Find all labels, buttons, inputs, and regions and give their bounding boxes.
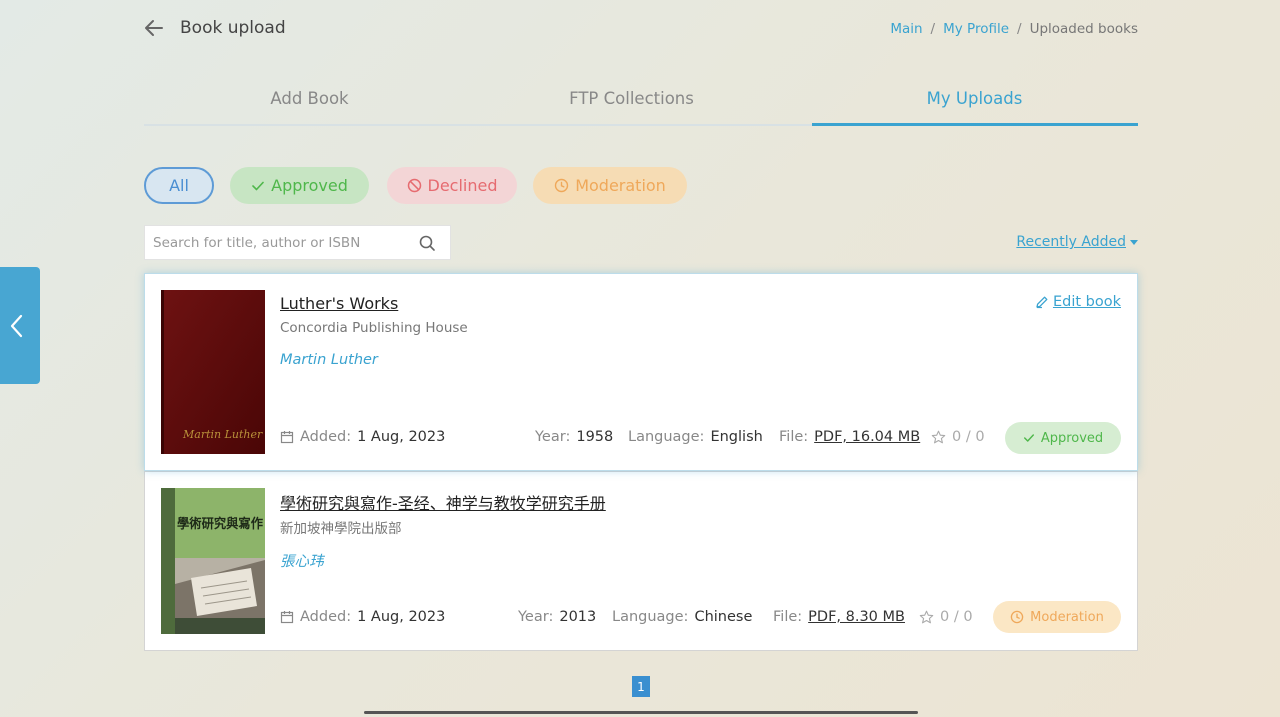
year-field: Year: 2013: [518, 609, 596, 625]
star-icon: [931, 430, 946, 443]
search-input[interactable]: [153, 226, 413, 259]
status-badge: Approved: [1005, 422, 1121, 454]
filter-moderation-label: Moderation: [575, 176, 666, 195]
book-title-link[interactable]: Luther's Works: [280, 294, 398, 313]
sort-label: Recently Added: [1016, 234, 1126, 250]
language-value: Chinese: [694, 609, 753, 625]
rating-value: 0 / 0: [952, 429, 985, 445]
file-field: File: PDF, 8.30 MB: [773, 609, 905, 625]
status-badge: Moderation: [993, 601, 1121, 633]
file-download-link[interactable]: PDF, 8.30 MB: [808, 609, 905, 625]
added-label: Added:: [300, 429, 352, 445]
pencil-icon: [1036, 296, 1048, 309]
year-field: Year: 1958: [535, 429, 613, 445]
tab-my-uploads[interactable]: My Uploads: [809, 89, 1140, 108]
year-label: Year:: [535, 429, 571, 445]
clock-icon: [554, 178, 569, 193]
sidebar-toggle-button[interactable]: [0, 267, 40, 384]
filter-approved-button[interactable]: Approved: [230, 167, 369, 204]
filter-all-button[interactable]: All: [144, 167, 214, 204]
check-icon: [252, 181, 264, 190]
active-tab-indicator: [812, 123, 1138, 126]
file-field: File: PDF, 16.04 MB: [779, 429, 920, 445]
added-date: Added: 1 Aug, 2023: [280, 429, 445, 445]
filter-all-label: All: [169, 176, 189, 195]
rating-value: 0 / 0: [940, 609, 973, 625]
status-label: Moderation: [1030, 609, 1104, 625]
edit-book-link[interactable]: Edit book: [1035, 294, 1121, 310]
status-label: Approved: [1040, 430, 1104, 446]
file-label: File:: [773, 609, 803, 625]
calendar-icon: [280, 431, 294, 444]
rating: 0 / 0: [919, 609, 973, 625]
page-header: Book upload Main / My Profile / Uploaded boo…: [144, 14, 1138, 44]
added-value: 1 Aug, 2023: [357, 429, 446, 445]
breadcrumb-separator: /: [1017, 21, 1022, 37]
book-author-link[interactable]: 張心玮: [280, 550, 324, 571]
year-value: 1958: [576, 429, 614, 445]
file-label: File:: [779, 429, 809, 445]
year-value: 2013: [559, 609, 597, 625]
book-publisher: Concordia Publishing House: [280, 320, 468, 336]
book-title-link[interactable]: 學術研究與寫作-圣经、神学与教牧学研究手册: [280, 490, 606, 514]
book-cover[interactable]: 學術研究與寫作: [161, 488, 265, 634]
edit-book-label: Edit book: [1052, 294, 1121, 310]
book-publisher: 新加坡神學院出版部: [280, 521, 402, 537]
chevron-left-icon: [10, 314, 23, 338]
added-date: Added: 1 Aug, 2023: [280, 609, 445, 625]
ban-icon: [407, 178, 421, 193]
file-download-link[interactable]: PDF, 16.04 MB: [814, 429, 920, 445]
check-icon: [1023, 434, 1034, 442]
calendar-icon: [280, 611, 294, 624]
filter-declined-label: Declined: [427, 176, 498, 195]
tab-ftp-collections[interactable]: FTP Collections: [466, 89, 797, 108]
language-value: English: [710, 429, 763, 445]
back-arrow-icon[interactable]: [144, 16, 164, 40]
language-label: Language:: [628, 429, 705, 445]
filter-approved-label: Approved: [271, 176, 348, 195]
cover-title: 學術研究與寫作: [177, 516, 263, 532]
breadcrumb-main[interactable]: Main: [890, 21, 922, 37]
search-icon[interactable]: [419, 235, 436, 252]
breadcrumb: Main / My Profile / Uploaded books: [890, 21, 1138, 37]
book-card: Martin Luther Luther's Works Concordia P…: [144, 273, 1138, 471]
book-author-link[interactable]: Martin Luther: [280, 352, 378, 368]
breadcrumb-current: Uploaded books: [1029, 21, 1138, 37]
search-box: [144, 225, 451, 260]
added-value: 1 Aug, 2023: [357, 609, 446, 625]
tab-add-book[interactable]: Add Book: [144, 89, 475, 108]
star-icon: [919, 610, 934, 623]
filter-moderation-button[interactable]: Moderation: [533, 167, 687, 204]
language-field: Language: English: [628, 429, 763, 445]
language-field: Language: Chinese: [612, 609, 752, 625]
added-label: Added:: [300, 609, 352, 625]
clock-icon: [1010, 610, 1024, 624]
rating: 0 / 0: [931, 429, 985, 445]
horizontal-scrollbar[interactable]: [364, 711, 918, 714]
breadcrumb-separator: /: [930, 21, 936, 37]
year-label: Year:: [518, 609, 554, 625]
page-title: Book upload: [180, 18, 286, 38]
caret-down-icon: [1130, 239, 1138, 245]
pagination-page-1[interactable]: 1: [632, 676, 650, 697]
tab-bar: Add Book FTP Collections My Uploads: [144, 82, 1138, 128]
sort-dropdown[interactable]: Recently Added: [1016, 234, 1138, 250]
book-cover[interactable]: Martin Luther: [161, 290, 265, 454]
book-card: 學術研究與寫作 學術研究與寫作-圣经、神学与教牧学研究手册 新加坡神學院出版部 …: [144, 471, 1138, 651]
cover-signature: Martin Luther: [182, 428, 263, 441]
breadcrumb-my-profile[interactable]: My Profile: [943, 21, 1009, 37]
filter-declined-button[interactable]: Declined: [387, 167, 517, 204]
language-label: Language:: [612, 609, 689, 625]
